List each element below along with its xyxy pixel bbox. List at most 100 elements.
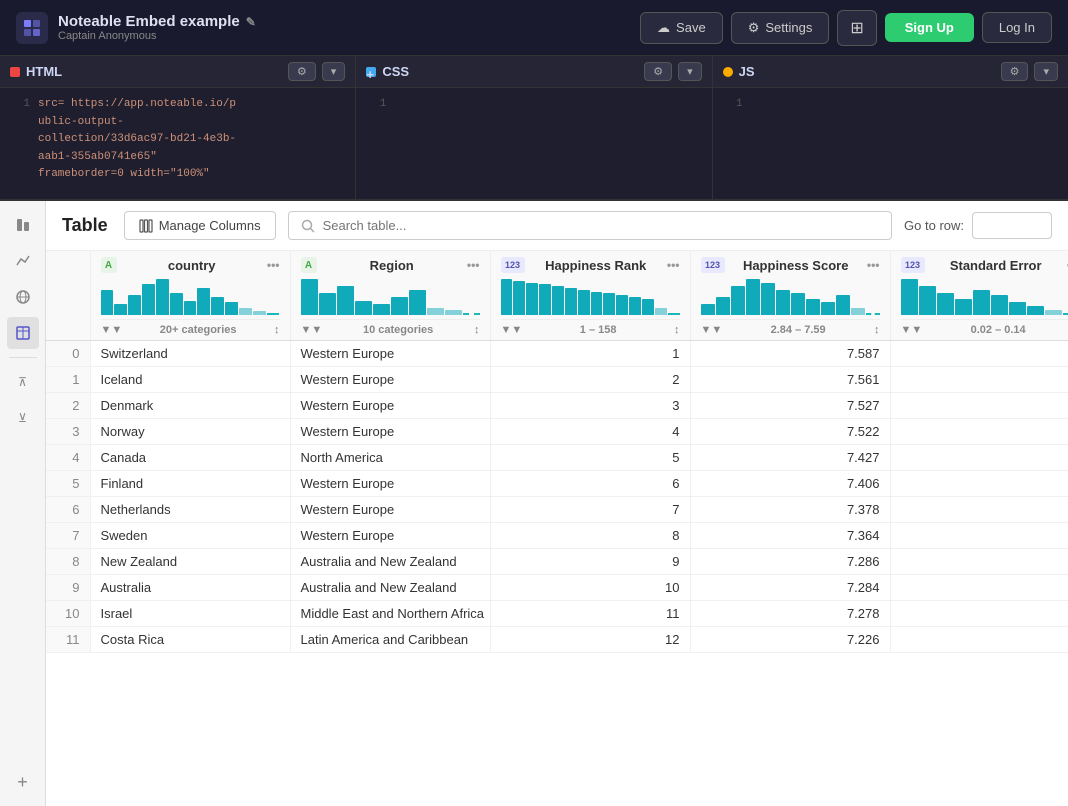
table-row: 7 Sweden Western Europe 8 7.364 0. [46,523,1068,549]
sidebar-icon-table[interactable] [7,317,39,349]
content-area: ⊼ ⊻ + Table Manage Columns Go to row [0,201,1068,806]
sidebar-expand-btn[interactable]: ⊻ [7,402,39,434]
col-stats-region: ▼▼ 10 categories ↕ [301,319,480,340]
cell-index: 9 [46,575,90,601]
cell-index: 6 [46,497,90,523]
table-row: 9 Australia Australia and New Zealand 10… [46,575,1068,601]
gear-icon: ⚙ [748,20,760,36]
css-editor-header: + CSS ⚙ ▾ [356,56,711,88]
go-to-row-input[interactable] [972,212,1052,239]
col-stats-stderr: ▼▼ 0.02 – 0.14 ↕ [901,319,1068,340]
js-editor-header: JS ⚙ ▾ [713,56,1068,88]
table-row: 0 Switzerland Western Europe 1 7.587 0. [46,341,1068,367]
cell-region: Western Europe [290,419,490,445]
columns-icon [139,219,153,233]
html-editor-body[interactable]: 1src= https://app.noteable.io/p ublic-ou… [0,88,355,199]
html-settings-btn[interactable]: ⚙ [288,62,316,81]
col-menu-region[interactable]: ••• [467,258,480,272]
cloud-icon: ☁ [657,20,670,36]
cell-stderr: 0. [890,549,1068,575]
sidebar-collapse-btn[interactable]: ⊼ [7,366,39,398]
sidebar-icon-globe[interactable] [7,281,39,313]
sort-icon-rank[interactable]: ↕ [674,324,680,336]
cell-country: Finland [90,471,290,497]
cell-region: Australia and New Zealand [290,575,490,601]
js-lang-label: JS [723,64,755,79]
css-editor-body[interactable]: 1 [356,88,711,199]
cell-country: Costa Rica [90,627,290,653]
sidebar-icon-linechart[interactable] [7,245,39,277]
cell-country: Israel [90,601,290,627]
mini-chart-country [101,277,280,317]
cell-rank: 5 [490,445,690,471]
search-input[interactable] [323,218,879,233]
table-row: 5 Finland Western Europe 6 7.406 0. [46,471,1068,497]
cell-rank: 2 [490,367,690,393]
cell-region: Western Europe [290,523,490,549]
cell-score: 7.527 [690,393,890,419]
cell-country: New Zealand [90,549,290,575]
cell-region: Latin America and Caribbean [290,627,490,653]
js-settings-btn[interactable]: ⚙ [1001,62,1029,81]
col-stats-rank: ▼▼ 1 – 158 ↕ [501,319,680,340]
html-editor-header: HTML ⚙ ▾ [0,56,355,88]
css-lang-label: + CSS [366,64,409,79]
html-expand-btn[interactable]: ▾ [322,62,346,81]
col-stats-score: ▼▼ 2.84 – 7.59 ↕ [701,319,880,340]
search-bar[interactable] [288,211,892,240]
js-dot [723,67,733,77]
main-section: ⊼ ⊻ + Table Manage Columns Go to row [0,201,1068,806]
cell-rank: 12 [490,627,690,653]
grid-button[interactable]: ⊞ [837,10,876,46]
cell-country: Canada [90,445,290,471]
cell-score: 7.427 [690,445,890,471]
table-row: 3 Norway Western Europe 4 7.522 0. [46,419,1068,445]
col-type-score: 123 [701,257,725,273]
filter-icon-stderr[interactable]: ▼▼ [901,324,923,336]
cell-stderr: 0. [890,367,1068,393]
app-title: Noteable Embed example ✎ [58,13,256,30]
signup-button[interactable]: Sign Up [885,13,974,42]
cell-stderr: 0. [890,445,1068,471]
css-settings-btn[interactable]: ⚙ [644,62,672,81]
col-header-index [46,251,90,341]
mini-chart-score [701,277,880,317]
cell-index: 0 [46,341,90,367]
col-menu-country[interactable]: ••• [267,258,280,272]
css-editor-controls: ⚙ ▾ [644,62,701,81]
filter-icon-score[interactable]: ▼▼ [701,324,723,336]
col-type-stderr: 123 [901,257,925,273]
cell-country: Netherlands [90,497,290,523]
manage-columns-button[interactable]: Manage Columns [124,211,276,240]
html-editor-controls: ⚙ ▾ [288,62,345,81]
col-header-country: A country ••• ▼▼ 20+ ca [90,251,290,341]
cell-score: 7.561 [690,367,890,393]
sort-icon-country[interactable]: ↕ [274,324,280,336]
js-editor-body[interactable]: 1 [713,88,1068,199]
table-row: 6 Netherlands Western Europe 7 7.378 0. [46,497,1068,523]
table-row: 11 Costa Rica Latin America and Caribbea… [46,627,1068,653]
edit-icon[interactable]: ✎ [246,15,256,29]
js-expand-btn[interactable]: ▾ [1034,62,1058,81]
app-subtitle: Captain Anonymous [58,30,256,42]
filter-icon-region[interactable]: ▼▼ [301,324,323,336]
cell-score: 7.284 [690,575,890,601]
login-button[interactable]: Log In [982,12,1052,43]
cell-index: 8 [46,549,90,575]
col-menu-rank[interactable]: ••• [667,258,680,272]
sidebar-icon-chart[interactable] [7,209,39,241]
js-editor-pane: JS ⚙ ▾ 1 [713,56,1068,199]
filter-icon-rank[interactable]: ▼▼ [501,324,523,336]
data-table-wrapper[interactable]: A country ••• ▼▼ 20+ ca [46,251,1068,806]
filter-icon-country[interactable]: ▼▼ [101,324,123,336]
sort-icon-region[interactable]: ↕ [474,324,480,336]
sort-icon-score[interactable]: ↕ [874,324,880,336]
cell-rank: 10 [490,575,690,601]
sidebar-add-btn[interactable]: + [7,766,39,798]
cell-stderr: 0. [890,575,1068,601]
css-expand-btn[interactable]: ▾ [678,62,702,81]
settings-button[interactable]: ⚙ Settings [731,12,830,44]
col-menu-score[interactable]: ••• [867,258,880,272]
col-type-region: A [301,257,317,273]
save-button[interactable]: ☁ Save [640,12,723,44]
